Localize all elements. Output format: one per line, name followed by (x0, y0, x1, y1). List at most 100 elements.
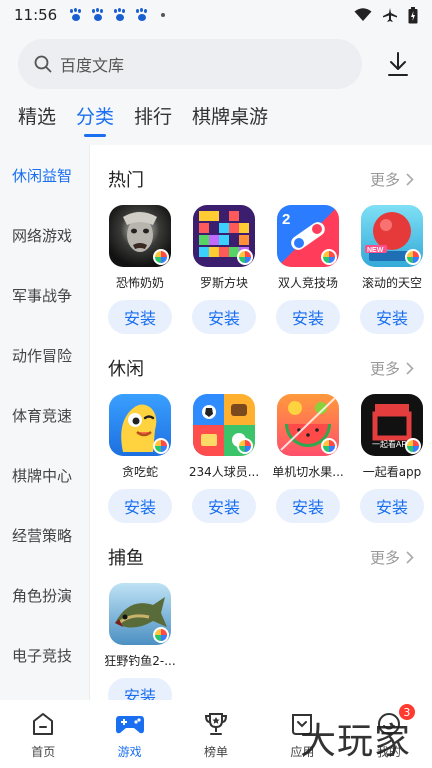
section-fishing: 捕鱼 更多 狂野钓鱼2-... 安装 (90, 539, 432, 700)
fruit-slice-icon[interactable] (277, 394, 339, 456)
platform-badge-icon (405, 438, 421, 454)
app-name: 罗斯方块 (199, 276, 248, 290)
gamepad-icon (115, 709, 145, 739)
nav-games[interactable]: 游戏 (86, 700, 172, 768)
sidebar-item-sports-racing[interactable]: 体育竞速 (0, 385, 89, 445)
section-hot: 热门 更多 恐怖奶奶 安装 罗斯方块 安装 2 双人竞技场 安装 NEW 滚动的… (90, 161, 432, 334)
home-icon (30, 709, 56, 739)
trophy-icon (203, 709, 229, 739)
install-button[interactable]: 安装 (192, 300, 256, 334)
platform-badge-icon (237, 438, 253, 454)
download-icon (388, 52, 408, 76)
app-name: 一起看app (362, 465, 422, 479)
tab-rankings[interactable]: 排行 (134, 102, 172, 137)
section-header: 捕鱼 更多 (108, 539, 414, 575)
app-item[interactable]: 恐怖奶奶 安装 (108, 205, 172, 334)
more-label: 更多 (369, 359, 400, 378)
paw-notification-icon (135, 8, 149, 22)
app-name: 狂野钓鱼2-... (104, 654, 176, 668)
rolling-sky-icon[interactable]: NEW (361, 205, 423, 267)
multiplayer-games-icon[interactable] (193, 394, 255, 456)
app-item[interactable]: 单机切水果... 安装 (272, 394, 344, 523)
more-label: 更多 (369, 170, 400, 189)
app-item[interactable]: NEW 滚动的天空 安装 (360, 205, 424, 334)
app-name: 贪吃蛇 (121, 465, 158, 479)
app-name: 单机切水果... (272, 465, 344, 479)
install-button[interactable]: 安装 (360, 300, 424, 334)
app-name: 恐怖奶奶 (115, 276, 164, 290)
app-item[interactable]: 狂野钓鱼2-... 安装 (104, 583, 176, 700)
app-item[interactable]: 234人球员... 安装 (189, 394, 259, 523)
more-link[interactable]: 更多 (370, 169, 414, 190)
status-time: 11:56 (14, 6, 58, 24)
watch-together-icon[interactable]: 一起看APP (361, 394, 423, 456)
category-sidebar: 休闲益智 网络游戏 军事战争 动作冒险 体育竞速 棋牌中心 经营策略 角色扮演 … (0, 145, 90, 700)
install-button[interactable]: 安装 (108, 489, 172, 523)
status-bar: 11:56 (0, 0, 432, 30)
app-row: 贪吃蛇 安装 234人球员... 安装 单机切水果... 安装 一起看APP 一… (108, 394, 424, 523)
platform-badge-icon (321, 438, 337, 454)
app-item[interactable]: 贪吃蛇 安装 (108, 394, 172, 523)
nav-label: 游戏 (117, 745, 142, 759)
sidebar-item-casual-puzzle[interactable]: 休闲益智 (0, 145, 89, 205)
sidebar-item-online-games[interactable]: 网络游戏 (0, 205, 89, 265)
app-item[interactable]: 罗斯方块 安装 (192, 205, 256, 334)
svg-text:2: 2 (282, 211, 290, 228)
sidebar-item-military-war[interactable]: 军事战争 (0, 265, 89, 325)
nav-rankings[interactable]: 榜单 (173, 700, 259, 768)
platform-badge-icon (153, 438, 169, 454)
install-button[interactable]: 安装 (108, 300, 172, 334)
nav-label: 榜单 (204, 745, 229, 759)
tetris-block-icon[interactable] (193, 205, 255, 267)
paw-notification-icon (91, 8, 105, 22)
notification-icons (69, 8, 149, 22)
install-button[interactable]: 安装 (360, 489, 424, 523)
install-button[interactable]: 安装 (192, 489, 256, 523)
snake-icon[interactable] (109, 394, 171, 456)
app-name: 滚动的天空 (361, 276, 422, 290)
sidebar-item-action-adventure[interactable]: 动作冒险 (0, 325, 89, 385)
platform-badge-icon (153, 249, 169, 265)
granny-horror-icon[interactable] (109, 205, 171, 267)
more-label: 更多 (369, 548, 400, 567)
sidebar-item-chess-card[interactable]: 棋牌中心 (0, 445, 89, 505)
battery-icon (408, 6, 418, 23)
app-item[interactable]: 一起看APP 一起看app 安装 (360, 394, 424, 523)
chevron-right-icon (406, 361, 414, 375)
app-name: 双人竞技场 (277, 276, 338, 290)
watermark-logo: 大玩家 (300, 721, 412, 762)
search-input[interactable]: 百度文库 (18, 39, 362, 89)
search-icon (34, 55, 52, 73)
install-button[interactable]: 安装 (276, 300, 340, 334)
install-button[interactable]: 安装 (108, 678, 172, 700)
tab-board-games[interactable]: 棋牌桌游 (192, 102, 268, 137)
two-player-arena-icon[interactable]: 22 (277, 205, 339, 267)
category-tabs: 精选 分类 排行 棋牌桌游 (18, 102, 268, 137)
section-casual: 休闲 更多 贪吃蛇 安装 234人球员... 安装 单机切水果... 安装 一起… (90, 350, 432, 523)
airplane-icon (383, 8, 397, 22)
sidebar-item-role-playing[interactable]: 角色扮演 (0, 565, 89, 625)
section-title: 捕鱼 (108, 548, 144, 569)
nav-label: 首页 (31, 745, 56, 759)
nav-home[interactable]: 首页 (0, 700, 86, 768)
chevron-right-icon (406, 172, 414, 186)
search-row: 百度文库 (18, 38, 418, 90)
wild-fishing-icon[interactable] (109, 583, 171, 645)
app-item[interactable]: 22 双人竞技场 安装 (276, 205, 340, 334)
platform-badge-icon (237, 249, 253, 265)
tab-categories[interactable]: 分类 (76, 102, 114, 137)
platform-badge-icon (321, 249, 337, 265)
more-link[interactable]: 更多 (370, 547, 414, 568)
download-button[interactable] (384, 48, 412, 80)
more-notifications-dot (161, 13, 166, 17)
app-row: 恐怖奶奶 安装 罗斯方块 安装 22 (108, 205, 424, 334)
more-link[interactable]: 更多 (370, 358, 414, 379)
wifi-icon (354, 8, 372, 21)
tab-featured[interactable]: 精选 (18, 102, 56, 137)
install-button[interactable]: 安装 (276, 489, 340, 523)
section-title: 休闲 (108, 359, 144, 380)
platform-badge-icon (405, 249, 421, 265)
sidebar-item-management-strategy[interactable]: 经营策略 (0, 505, 89, 565)
sidebar-item-esports[interactable]: 电子竞技 (0, 625, 89, 685)
paw-notification-icon (113, 8, 127, 22)
